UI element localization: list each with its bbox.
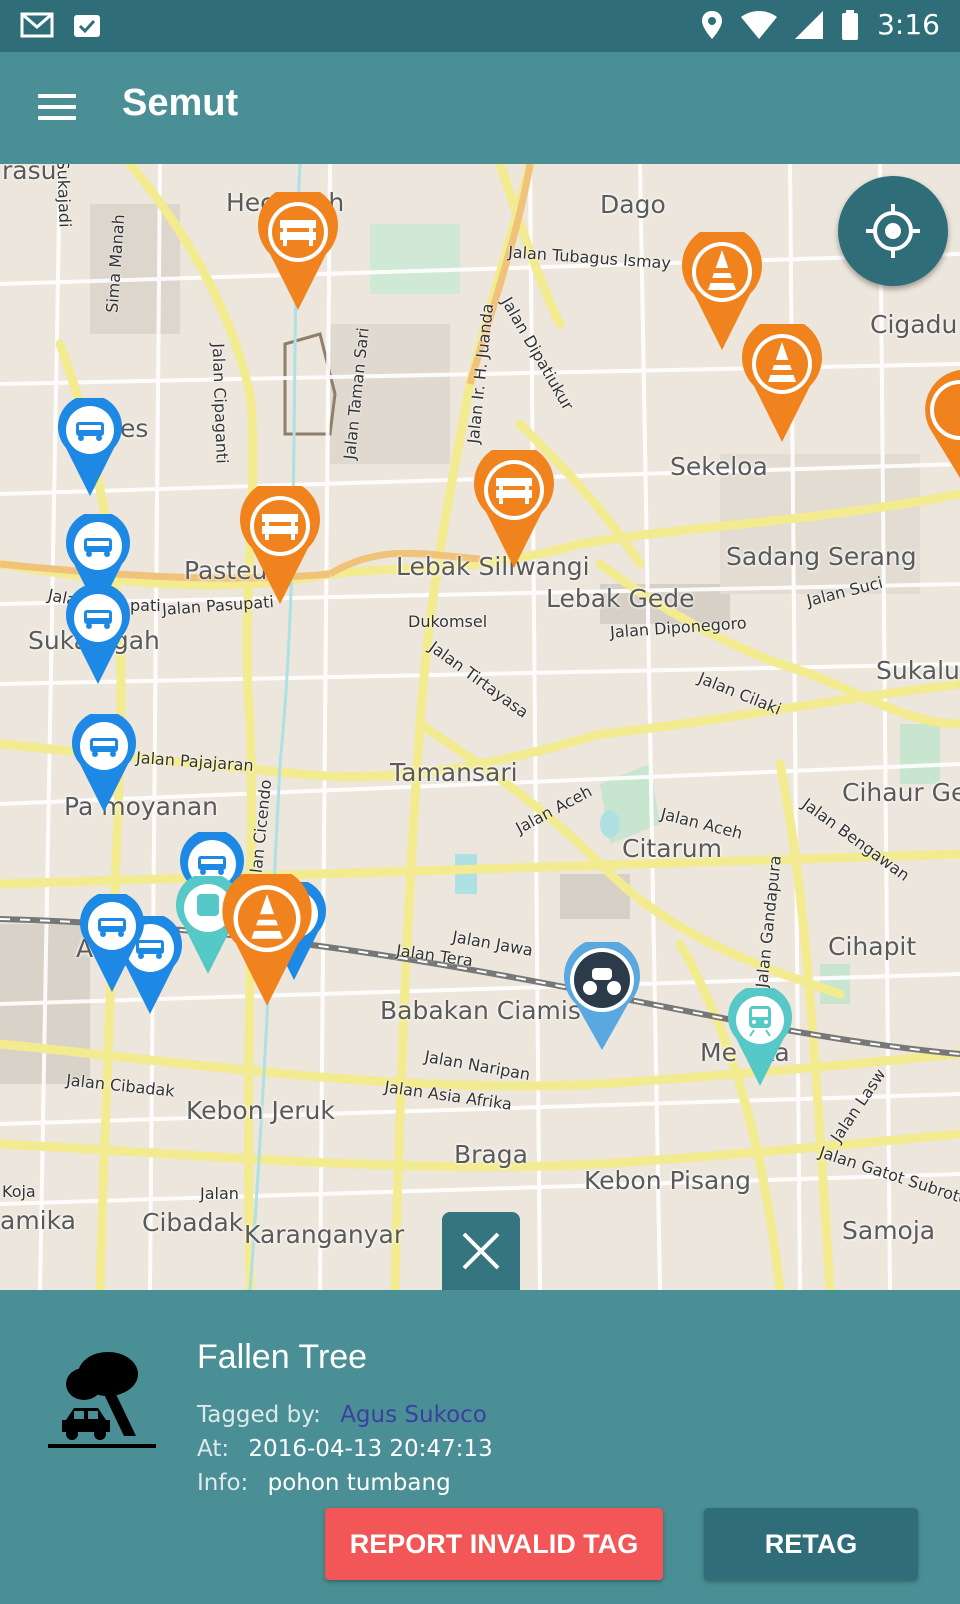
road-label: Jalan — [200, 1184, 239, 1203]
traffic-cone-marker-icon[interactable] — [742, 324, 822, 444]
map-label: Cibadak — [142, 1208, 244, 1237]
map-label: rasu — [2, 164, 57, 185]
map-view[interactable]: Dago Sekeloa Cigadu Sadang Serang Lebak … — [0, 164, 960, 1290]
map-label: Dukomsel — [408, 612, 488, 631]
user-location-marker-icon[interactable] — [562, 942, 642, 1052]
bus-marker-icon[interactable] — [80, 894, 144, 994]
roadblock-marker-icon[interactable] — [258, 192, 338, 312]
wifi-icon — [741, 10, 778, 39]
status-time: 3:16 — [877, 8, 940, 41]
bus-marker-icon[interactable] — [66, 586, 130, 686]
map-label: Babakan Ciamis — [380, 996, 581, 1025]
timestamp-row: At: 2016-04-13 20:47:13 — [197, 1436, 493, 1462]
close-icon — [462, 1232, 500, 1270]
info-label: Info: — [197, 1470, 249, 1496]
gps-locate-icon — [866, 204, 920, 258]
tagged-by-label: Tagged by: — [197, 1402, 321, 1428]
map-label: Cigadu — [870, 310, 958, 339]
map-label: Lebak Gede — [546, 584, 695, 613]
clipboard-check-icon — [74, 15, 100, 37]
hamburger-icon[interactable] — [38, 94, 76, 120]
train-marker-icon[interactable] — [728, 988, 792, 1088]
tag-title: Fallen Tree — [197, 1338, 368, 1376]
tagged-by-user-link[interactable]: Agus Sukoco — [340, 1402, 487, 1428]
info-row: Info: pohon tumbang — [197, 1470, 451, 1496]
map-label: Kebon Pisang — [584, 1166, 752, 1195]
bus-marker-icon[interactable] — [58, 398, 122, 498]
at-value: 2016-04-13 20:47:13 — [248, 1436, 493, 1462]
traffic-cone-marker-icon[interactable] — [920, 370, 960, 480]
map-label: Kebon Jeruk — [186, 1096, 335, 1125]
roadblock-marker-icon[interactable] — [240, 486, 320, 606]
map-label: Koja — [2, 1182, 36, 1201]
map-label: amika — [0, 1206, 76, 1235]
roadblock-marker-icon[interactable] — [474, 450, 554, 570]
map-label: Dago — [600, 190, 666, 219]
info-value: pohon tumbang — [267, 1470, 451, 1496]
traffic-cone-marker-icon[interactable] — [222, 874, 312, 1008]
fallen-tree-icon — [48, 1352, 156, 1448]
road-label: Sukajadi — [53, 164, 75, 228]
bus-marker-icon[interactable] — [72, 714, 136, 814]
signal-icon — [795, 10, 824, 39]
status-bar: 3:16 — [0, 0, 960, 52]
battery-icon — [842, 9, 859, 40]
at-label: At: — [197, 1436, 230, 1462]
map-label: Sukalu — [876, 656, 960, 685]
map-label: Cihaur Ge — [842, 778, 960, 807]
map-label: Citarum — [622, 834, 722, 863]
locate-me-button[interactable] — [838, 176, 948, 286]
report-invalid-tag-button[interactable]: REPORT INVALID TAG — [325, 1508, 663, 1580]
map-label: Karanganyar — [244, 1220, 405, 1249]
map-label: Tamansari — [390, 758, 518, 787]
map-label: es — [120, 414, 149, 443]
retag-button[interactable]: RETAG — [704, 1508, 918, 1580]
map-label: Sadang Serang — [726, 542, 917, 571]
app-bar: Semut — [0, 52, 960, 164]
map-label: Braga — [454, 1140, 528, 1169]
close-panel-button[interactable] — [442, 1212, 520, 1290]
location-icon — [702, 10, 723, 39]
road-label: pati — [130, 596, 161, 615]
gmail-icon — [20, 12, 54, 38]
map-label: Samoja — [842, 1216, 936, 1245]
map-label: Sekeloa — [670, 452, 768, 481]
app-title: Semut — [122, 82, 239, 124]
map-label: Cihapit — [828, 932, 917, 961]
tagged-by-row: Tagged by: Agus Sukoco — [197, 1402, 487, 1428]
